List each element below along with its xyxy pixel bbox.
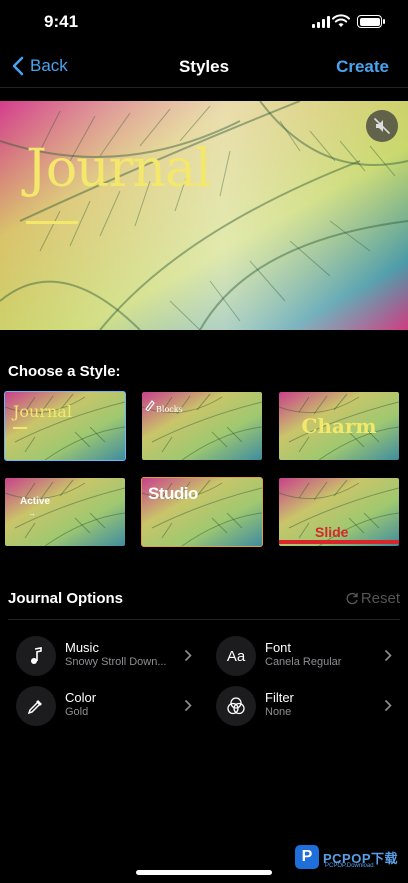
style-tile-label: Journal: [13, 402, 72, 421]
watermark-logo-icon: P: [294, 845, 319, 869]
option-name: Color: [65, 690, 97, 705]
reset-label: Reset: [360, 590, 400, 607]
watermark-subtext: PCPOP.Download: [324, 863, 374, 869]
chevron-right-icon: [384, 699, 392, 712]
navigation-bar: Back Styles Create: [0, 46, 408, 88]
status-bar: 9:41: [0, 0, 408, 46]
arrow-right-icon: →: [28, 509, 36, 518]
style-tile-blocks[interactable]: Blocks: [142, 392, 262, 460]
option-filter[interactable]: Filter None: [208, 684, 398, 728]
battery-icon: [357, 15, 385, 28]
chevron-right-icon: [384, 649, 392, 662]
style-tile-slide[interactable]: Slide: [279, 478, 399, 546]
style-tile-label: Slide: [315, 524, 349, 540]
style-tile-label: Charm: [301, 414, 377, 438]
reset-arrow-icon: [346, 592, 358, 605]
style-tile-journal[interactable]: Journal: [4, 391, 126, 461]
style-tile-studio[interactable]: Studio: [141, 477, 263, 547]
slide-bar: [279, 540, 399, 544]
status-time: 9:41: [44, 12, 79, 31]
filter-circles-icon: [216, 686, 256, 726]
home-indicator[interactable]: [136, 870, 272, 875]
chevron-right-icon: [184, 699, 192, 712]
eyedropper-icon: [16, 686, 56, 726]
palm-background-image: [0, 101, 408, 330]
style-tile-active[interactable]: Active →: [5, 478, 125, 546]
speaker-muted-icon: [374, 118, 390, 134]
blocks-logo-icon: [145, 400, 155, 411]
reset-button[interactable]: Reset: [346, 590, 400, 607]
option-value: Canela Regular: [265, 656, 342, 668]
option-name: Filter: [265, 690, 294, 705]
preview-title-underline: [26, 221, 78, 224]
style-tile-label: Blocks: [156, 405, 183, 414]
create-button[interactable]: Create: [336, 57, 389, 77]
option-value: Gold: [65, 706, 89, 718]
style-tile-label: Studio: [148, 484, 198, 503]
option-name: Font: [265, 640, 292, 655]
cellular-signal-icon: [312, 16, 330, 28]
style-tile-label: Active: [20, 496, 51, 507]
option-value: Snowy Stroll Down...: [65, 656, 167, 668]
option-music[interactable]: Music Snowy Stroll Down...: [8, 634, 198, 678]
option-name: Music: [65, 640, 99, 655]
options-header: Journal Options: [8, 590, 124, 607]
style-tile-underline: [13, 427, 27, 429]
preview-title: Journal: [26, 139, 212, 199]
option-color[interactable]: Color Gold: [8, 684, 198, 728]
watermark: P PCPOP下载 PCPOP.Download: [294, 845, 398, 869]
mute-button[interactable]: [366, 110, 398, 142]
font-icon-text: Aa: [226, 647, 246, 665]
wifi-icon: [332, 14, 350, 27]
style-tile-charm[interactable]: Charm: [279, 392, 399, 460]
chevron-right-icon: [184, 649, 192, 662]
style-preview[interactable]: Journal: [0, 101, 408, 330]
options-divider: [8, 619, 400, 620]
option-font[interactable]: Aa Font Canela Regular: [208, 634, 398, 678]
choose-style-label: Choose a Style:: [8, 363, 121, 380]
option-value: None: [265, 706, 292, 718]
music-note-icon: [16, 636, 56, 676]
font-icon: Aa: [216, 636, 256, 676]
